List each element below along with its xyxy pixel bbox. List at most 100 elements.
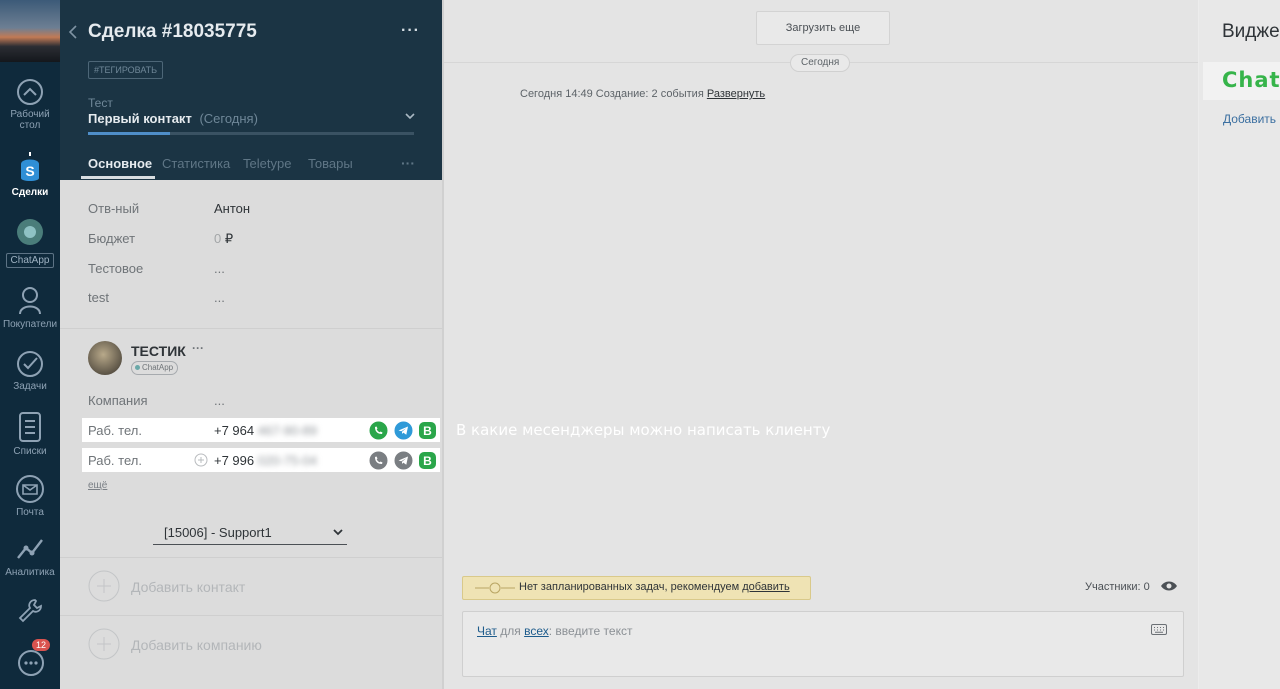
widgets-title: Видже (1222, 21, 1280, 42)
field-test2-value[interactable]: ... (214, 290, 225, 305)
nav-label: Покупатели (2, 319, 58, 330)
field-test-value[interactable]: ... (214, 261, 225, 276)
phone-prefix: +7 996 (214, 453, 255, 468)
field-budget[interactable]: 0 ₽ (214, 231, 233, 247)
nav-label: Задачи (13, 381, 47, 392)
tab-teletype[interactable]: Teletype (243, 156, 291, 171)
event-summary: Сегодня 14:49 Создание: 2 события Развер… (520, 88, 765, 100)
phone-hidden-digits: 020-75-04 (257, 453, 318, 468)
tab-main[interactable]: Основное (88, 156, 152, 171)
composer-placeholder: : введите текст (548, 624, 633, 638)
nav-label: Аналитика (5, 567, 55, 578)
event-text: Сегодня 14:49 Создание: 2 события (520, 88, 704, 100)
whatsapp-icon[interactable] (369, 451, 388, 470)
nav-deals[interactable]: S Сделки (0, 150, 60, 198)
nav-customers[interactable]: Покупатели (0, 284, 60, 330)
nav-label: Почта (16, 507, 44, 518)
chat-type-link[interactable]: Чат (477, 624, 497, 638)
nav-chats[interactable]: 12 (16, 639, 51, 678)
field-label: Отв-ный (88, 201, 140, 216)
stage-select[interactable]: Первый контакт (Сегодня) (88, 111, 258, 126)
analytics-icon (17, 539, 43, 559)
pipeline-select[interactable]: [15006] - Support1 (153, 522, 347, 545)
more-fields-link[interactable]: ещё (88, 480, 107, 491)
svg-text:B: B (423, 424, 432, 438)
stage-date: (Сегодня) (199, 111, 258, 126)
add-task-link[interactable]: добавить (742, 581, 789, 593)
back-arrow-icon[interactable] (68, 25, 78, 39)
divider (60, 328, 442, 329)
plus-circle-icon (88, 628, 120, 660)
company-value[interactable]: ... (214, 393, 225, 408)
stage-progress-fill (88, 132, 170, 135)
add-contact-button[interactable]: Добавить контакт (88, 570, 388, 602)
more-menu-icon[interactable]: ··· (401, 22, 420, 40)
nav-dashboard[interactable]: Рабочий стол (0, 78, 60, 131)
deals-icon: S (21, 152, 39, 181)
contact-more-icon[interactable]: ··· (192, 341, 204, 355)
viber-icon[interactable]: B (418, 451, 437, 470)
phone-hidden-digits: 467-90-89 (257, 423, 318, 438)
nav-lists[interactable]: Списки (0, 411, 60, 457)
tab-statistics[interactable]: Статистика (162, 156, 230, 171)
divider (60, 557, 442, 558)
tabs-more-icon[interactable]: ··· (401, 155, 415, 171)
chatapp-logo: ChatA (1222, 68, 1280, 92)
svg-text:S: S (25, 163, 34, 179)
contact-source-badge: ChatApp (131, 361, 179, 375)
deal-title[interactable]: Сделка #18035775 (88, 21, 257, 43)
contact-name[interactable]: ТЕСТИК (131, 343, 186, 359)
nav-label: Рабочий стол (10, 109, 50, 131)
add-company-button[interactable]: Добавить компанию (88, 628, 388, 660)
currency-symbol: ₽ (224, 231, 234, 246)
dashboard-icon (17, 79, 43, 105)
whatsapp-icon[interactable] (369, 421, 388, 440)
clock-line-icon (475, 582, 515, 594)
field-label: test (88, 290, 109, 305)
company-label: Компания (88, 393, 148, 408)
field-responsible[interactable]: Антон (214, 201, 250, 216)
chatapp-icon (17, 219, 43, 245)
phone-number[interactable]: +7 996 020-75-04 (214, 453, 317, 468)
nav-mail[interactable]: Почта (0, 474, 60, 518)
task-notice-text: Нет запланированных задач, рекомендуем (519, 581, 740, 593)
phone-number[interactable]: +7 964 467-90-89 (214, 423, 317, 438)
account-avatar[interactable] (0, 0, 60, 62)
tab-products[interactable]: Товары (308, 156, 353, 171)
telegram-icon[interactable] (394, 451, 413, 470)
lists-icon (19, 412, 41, 442)
select-value: [15006] - Support1 (164, 525, 272, 540)
recipients-link[interactable]: всех (524, 624, 549, 638)
chatapp-dot-icon (135, 365, 140, 370)
telegram-icon[interactable] (394, 421, 413, 440)
nav-tasks[interactable]: Задачи (0, 350, 60, 392)
add-widget-link[interactable]: Добавить (1223, 112, 1276, 126)
chat-for-text: для (500, 624, 521, 638)
mail-icon (16, 475, 44, 503)
tag-button[interactable]: #ТЕГИРОВАТЬ (88, 61, 164, 79)
phone-type-label[interactable]: Раб. тел. (88, 453, 142, 468)
chevron-down-icon[interactable] (405, 113, 415, 121)
phone-type-label[interactable]: Раб. тел. (88, 423, 142, 438)
nav-label: ChatApp (5, 253, 55, 268)
expand-link[interactable]: Развернуть (707, 88, 765, 100)
tasks-icon (17, 351, 43, 377)
add-company-label: Добавить компанию (131, 637, 262, 653)
task-notice: Нет запланированных задач, рекомендуем д… (462, 576, 811, 600)
nav-label: Сделки (11, 187, 49, 198)
plus-circle-icon (88, 570, 120, 602)
eye-icon[interactable] (1160, 580, 1178, 592)
contact-avatar[interactable] (88, 341, 122, 375)
message-composer[interactable]: Чат для всех: введите текст (462, 611, 1184, 677)
phone-prefix: +7 964 (214, 423, 255, 438)
participants-count[interactable]: Участники: 0 (1085, 581, 1150, 593)
load-more-button[interactable]: Загрузить еще (756, 11, 890, 45)
chatapp-widget[interactable]: ChatA (1203, 62, 1280, 100)
nav-chatapp[interactable]: ChatApp (0, 218, 60, 268)
nav-analytics[interactable]: Аналитика (0, 534, 60, 578)
nav-settings[interactable] (0, 596, 60, 629)
add-phone-icon[interactable] (194, 453, 208, 467)
nav-label: Списки (13, 446, 47, 457)
keyboard-icon[interactable] (1151, 624, 1167, 635)
viber-icon[interactable]: B (418, 421, 437, 440)
